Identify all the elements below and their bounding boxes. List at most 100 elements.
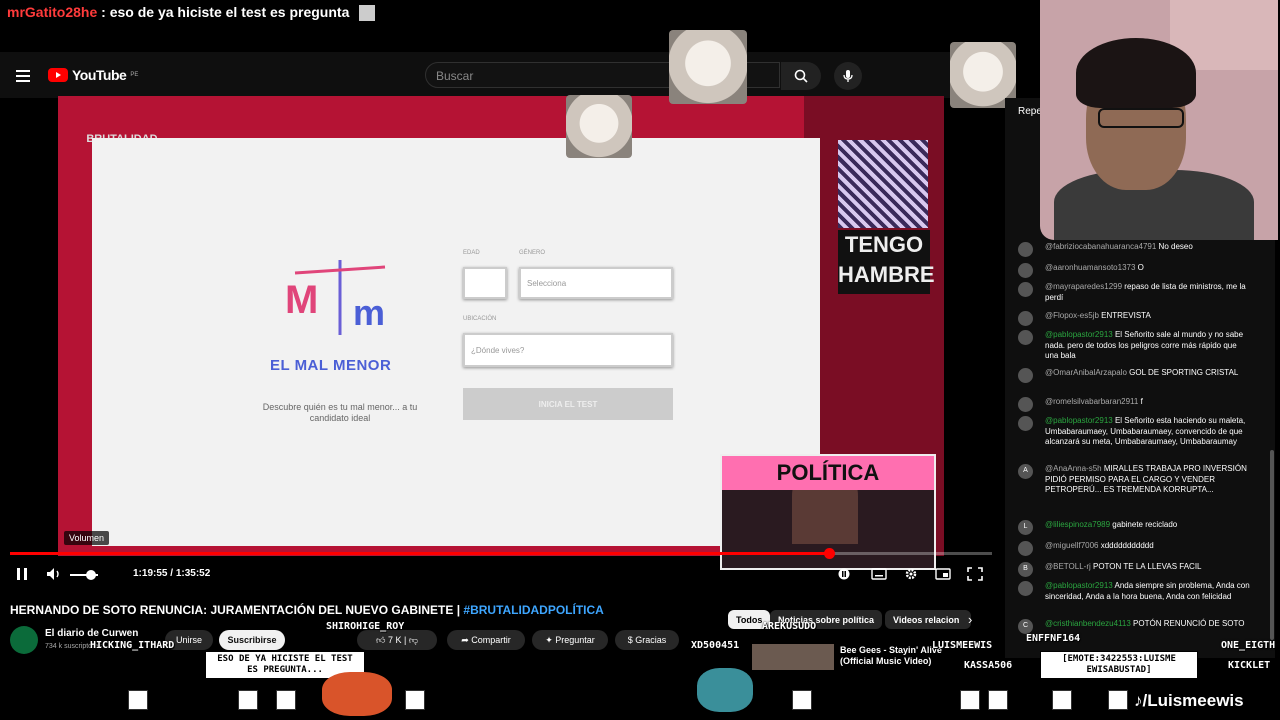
chat-author[interactable]: @mayraparedes1299	[1045, 282, 1122, 291]
chat-avatar[interactable]	[1018, 541, 1033, 556]
chat-avatar[interactable]: A	[1018, 464, 1033, 479]
thanks-icon: $	[627, 635, 636, 645]
share-button[interactable]: ➦ Compartir	[447, 630, 525, 650]
thanks-button[interactable]: $ Gracias	[615, 630, 679, 650]
label-genero: GÉNERO	[519, 250, 546, 256]
chat-author[interactable]: @BETOLL-rj	[1045, 562, 1091, 571]
chat-author[interactable]: @OmarAnibalArzapalo	[1045, 368, 1127, 377]
qr-code	[838, 140, 928, 228]
chat-message: @pablopastor2913 El Señorito sale al mun…	[1018, 330, 1250, 362]
chat-author[interactable]: @aaronhuamansoto1373	[1045, 263, 1135, 272]
thumbs-down-icon[interactable]: 👎︎	[409, 635, 418, 646]
chat-author[interactable]: @pablopastor2913	[1045, 581, 1113, 590]
subtitles-icon[interactable]	[871, 567, 887, 581]
title-text: HERNANDO DE SOTO RENUNCIA: JURAMENTACIÓN…	[10, 603, 461, 617]
chat-message: eso de ya hiciste el test es pregunta	[109, 4, 350, 20]
label-ubicacion: UBICACIÓN	[463, 316, 497, 322]
thumbs-up-icon[interactable]: 👍︎	[376, 635, 385, 646]
chat-author[interactable]: @pablopastor2913	[1045, 416, 1113, 425]
progress-bar[interactable]	[10, 552, 992, 555]
time-display: 1:19:55 / 1:35:52	[133, 568, 210, 579]
channel-name[interactable]: El diario de Curwen	[45, 628, 138, 639]
menu-icon[interactable]	[16, 70, 30, 82]
chat-avatar[interactable]: C	[1018, 619, 1033, 634]
chat-avatar[interactable]: B	[1018, 562, 1033, 577]
chat-author[interactable]: @fabriziocabanahuaranca4791	[1045, 242, 1156, 251]
chat-avatar[interactable]	[1018, 311, 1033, 326]
svg-text:M: M	[285, 278, 318, 322]
pause-icon[interactable]	[14, 567, 30, 581]
dog-emote	[566, 95, 632, 158]
label-edad: EDAD	[463, 250, 480, 256]
time-separator: /	[170, 568, 174, 579]
chat-scrollbar[interactable]	[1270, 450, 1274, 640]
miniplayer-icon[interactable]	[935, 567, 951, 581]
chat-message: @pablopastor2913 El Señorito esta hacien…	[1018, 416, 1250, 448]
video-title: HERNANDO DE SOTO RENUNCIA: JURAMENTACIÓN…	[10, 603, 604, 617]
subscribe-button[interactable]: Suscribirse	[219, 630, 285, 650]
hashtag-link[interactable]: #BRUTALIDADPOLÍTICA	[463, 603, 603, 617]
chat-author[interactable]: @liliespinoza7989	[1045, 520, 1110, 529]
chat-message: C @cristhianbendezu4113 POTÓN RENUNCIÓ DE…	[1018, 619, 1250, 634]
ask-button[interactable]: ✦ Preguntar	[532, 630, 608, 650]
avatar-sprite	[276, 690, 296, 710]
volume-icon[interactable]	[46, 567, 62, 581]
chat-avatar[interactable]: L	[1018, 520, 1033, 535]
microphone-icon	[843, 70, 853, 82]
overlay-username: XD500451	[691, 640, 740, 651]
chat-avatar[interactable]	[1018, 416, 1033, 431]
autoplay-toggle-icon[interactable]	[836, 567, 852, 581]
avatar-sprite	[1052, 690, 1072, 710]
search-button[interactable]	[781, 62, 821, 90]
chat-text: POTON TE LA LLEVAS FACIL	[1093, 562, 1202, 571]
glasses	[1098, 108, 1184, 128]
chat-avatar[interactable]	[1018, 242, 1033, 257]
emote-icon	[359, 5, 376, 22]
chat-message: B @BETOLL-rj POTON TE LA LLEVAS FACIL	[1018, 562, 1250, 577]
recommended-thumbnail[interactable]	[752, 644, 834, 670]
chat-avatar[interactable]	[1018, 282, 1033, 297]
inset-banner: POLÍTICA	[722, 456, 934, 490]
settings-gear-icon[interactable]	[903, 567, 919, 581]
youtube-play-icon	[48, 68, 68, 82]
chat-message: @OmarAnibalArzapalo GOL DE SPORTING CRIS…	[1018, 368, 1250, 383]
channel-avatar[interactable]	[10, 626, 38, 654]
chat-author[interactable]: @cristhianbendezu4113	[1045, 619, 1131, 628]
like-dislike-group[interactable]: 👍︎ 7 K | 👎︎	[357, 630, 437, 650]
volume-tooltip: Volumen	[64, 531, 110, 545]
chat-avatar[interactable]	[1018, 330, 1033, 345]
overlay-username: AREKUSUDO	[762, 621, 817, 632]
volume-knob[interactable]	[86, 570, 96, 580]
svg-text:m: m	[353, 292, 385, 333]
chat-message: @Flopox-es5jb ENTREVISTA	[1018, 311, 1250, 326]
chat-avatar[interactable]	[1018, 263, 1033, 278]
creature-sprite	[697, 668, 753, 712]
chat-author[interactable]: @AnaAnna-s5h	[1045, 464, 1102, 473]
fullscreen-icon[interactable]	[967, 567, 983, 581]
progress-thumb[interactable]	[823, 548, 835, 559]
chat-header[interactable]: Repe	[1018, 106, 1042, 117]
avatar-sprite	[238, 690, 258, 710]
youtube-logo[interactable]: YouTube PE	[48, 67, 138, 83]
chat-text: POTÓN RENUNCIÓ DE SOTO	[1133, 619, 1245, 628]
chevron-right-icon[interactable]: ›	[968, 612, 972, 627]
chat-text: f	[1140, 397, 1143, 406]
share-label: Compartir	[471, 635, 511, 645]
chat-avatar[interactable]	[1018, 581, 1033, 596]
logo-text: YouTube	[72, 67, 127, 83]
avatar-sprite	[128, 690, 148, 710]
chat-avatar[interactable]	[1018, 397, 1033, 412]
chat-author[interactable]: @Flopox-es5jb	[1045, 311, 1099, 320]
voice-search-button[interactable]	[834, 62, 862, 90]
chip-related[interactable]: Videos relacion	[885, 610, 971, 629]
side-sign-text: TENGO HAMBRE	[838, 230, 935, 294]
chat-author[interactable]: @pablopastor2913	[1045, 330, 1113, 339]
location-select: ¿Dónde vives?	[463, 333, 673, 367]
overlay-username: LUISMEEWIS	[932, 640, 993, 651]
chat-author[interactable]: @romelsilvabarbaran2911	[1045, 397, 1138, 406]
chat-author[interactable]: @miguellf7006	[1045, 541, 1098, 550]
chat-message: @romelsilvabarbaran2911 f	[1018, 397, 1250, 412]
overlay-username: KICKLET	[1228, 660, 1271, 671]
chat-avatar[interactable]	[1018, 368, 1033, 383]
overlay-username: ENFFNF164	[1026, 633, 1081, 644]
